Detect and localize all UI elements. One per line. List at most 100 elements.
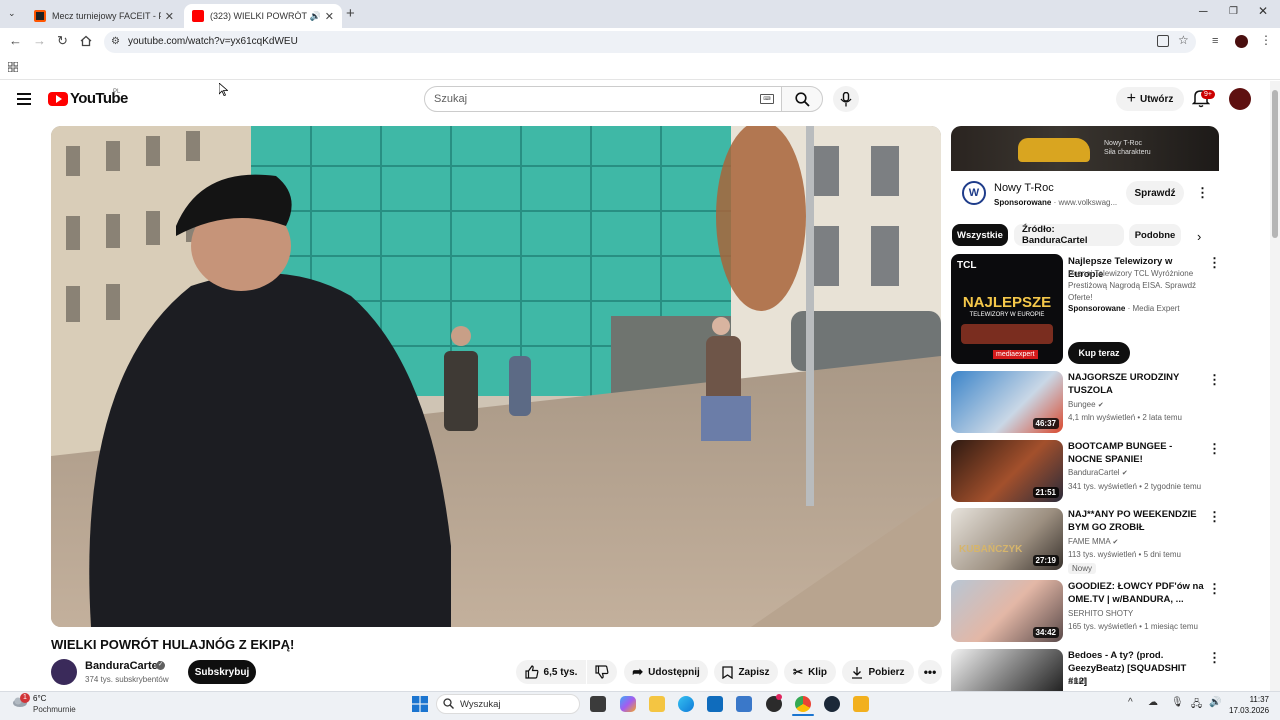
create-button[interactable]: + Utwórz: [1116, 87, 1184, 111]
rec-thumbnail[interactable]: 21:51: [951, 440, 1063, 502]
rec-thumbnail[interactable]: 46:37: [951, 371, 1063, 433]
verified-check-icon: ✔: [1121, 470, 1128, 477]
pinned-app-icon[interactable]: [853, 696, 869, 712]
region-label: PL: [113, 89, 121, 95]
rec-title[interactable]: GOODIEZ: ŁOWCY PDF'ów na OME.TV | w/BAND…: [1068, 580, 1204, 606]
back-icon[interactable]: ←: [9, 33, 22, 48]
more-actions-button[interactable]: •••: [918, 660, 942, 684]
voice-search-button[interactable]: [833, 86, 859, 112]
search-button[interactable]: [781, 86, 823, 112]
rec-meta: 341 tys. wyświetleń • 2 tygodnie temu: [1068, 482, 1202, 491]
new-tab-button[interactable]: +: [346, 5, 355, 22]
forward-icon[interactable]: →: [33, 33, 46, 48]
file-explorer-icon[interactable]: [649, 696, 665, 712]
weather-description[interactable]: Pochmurnie: [33, 705, 76, 714]
reload-icon[interactable]: ↻: [57, 33, 68, 49]
ad-more-icon[interactable]: ⋮: [1196, 185, 1209, 201]
download-label: Pobierz: [868, 666, 905, 678]
taskbar-clock[interactable]: 11:37 17.03.2026: [1229, 694, 1269, 716]
home-icon[interactable]: [80, 35, 92, 47]
chevron-right-icon[interactable]: ›: [1197, 229, 1201, 244]
rec-more-icon[interactable]: ⋮: [1208, 650, 1221, 666]
like-button[interactable]: 6,5 tys.: [516, 660, 586, 684]
profile-avatar-icon[interactable]: [1235, 35, 1248, 48]
rec-title[interactable]: BOOTCAMP BUNGEE - NOCNE SPANIE!: [1068, 440, 1204, 466]
rec-channel: FAME MMA ✔: [1068, 537, 1119, 546]
site-info-icon[interactable]: ⚙: [111, 36, 120, 47]
rec-more-icon[interactable]: ⋮: [1208, 581, 1221, 597]
rec-thumbnail[interactable]: [951, 649, 1063, 691]
buy-now-button[interactable]: Kup teraz: [1068, 342, 1130, 364]
rec-meta: 165 tys. wyświetleń • 1 miesiąc temu: [1068, 622, 1198, 631]
edge-browser-icon[interactable]: [678, 696, 694, 712]
taskbar-search-icon: [443, 698, 454, 709]
close-tab-icon[interactable]: ✕: [165, 10, 174, 23]
install-app-icon[interactable]: [1157, 35, 1169, 47]
more-horizontal-icon: •••: [923, 665, 937, 679]
new-badge: Nowy: [1068, 563, 1097, 574]
rec-title[interactable]: Bedoes - A ty? (prod. GeezyBeatz) [SQUAD…: [1068, 649, 1204, 688]
minimize-icon[interactable]: ─: [1199, 4, 1208, 18]
channel-avatar[interactable]: [51, 659, 77, 685]
dislike-button[interactable]: [587, 660, 617, 684]
task-view-icon[interactable]: [590, 696, 606, 712]
rec-more-icon[interactable]: ⋮: [1208, 372, 1221, 388]
weather-temperature[interactable]: 6°C: [33, 694, 46, 703]
steam-icon[interactable]: [824, 696, 840, 712]
copilot-icon[interactable]: [620, 696, 636, 712]
download-button[interactable]: Pobierz: [842, 660, 914, 684]
rec-more-icon[interactable]: ⋮: [1208, 441, 1221, 457]
chip-related[interactable]: Podobne: [1129, 224, 1181, 246]
tab-youtube[interactable]: (323) WIELKI POWRÓT HUL 🔊 ✕: [184, 4, 342, 28]
chip-all[interactable]: Wszystkie: [952, 224, 1008, 246]
media-control-icon[interactable]: ≡: [1212, 35, 1218, 47]
rec-thumbnail[interactable]: TCL NAJLEPSZE TELEWIZORY W EUROPIE media…: [951, 254, 1063, 364]
show-hidden-icons-chevron[interactable]: ^: [1128, 697, 1133, 708]
video-player[interactable]: [51, 126, 941, 627]
restore-icon[interactable]: ❐: [1229, 6, 1238, 17]
rec-more-icon[interactable]: ⋮: [1208, 255, 1221, 271]
windows-start-icon[interactable]: [412, 696, 428, 712]
channel-name[interactable]: BanduraCartel: [85, 660, 161, 672]
volume-icon[interactable]: 🔊: [1209, 697, 1221, 708]
rec-meta: 4,1 mln wyświetleń • 2 lata temu: [1068, 413, 1182, 422]
chip-source[interactable]: Źródło: BanduraCartel: [1014, 224, 1124, 246]
window-close-icon[interactable]: ✕: [1258, 4, 1268, 18]
clip-label: Klip: [808, 666, 827, 678]
onedrive-icon[interactable]: ☁: [1148, 697, 1158, 708]
network-icon[interactable]: 🖧: [1191, 697, 1202, 714]
apps-grid-icon[interactable]: [7, 61, 19, 73]
menu-icon[interactable]: [17, 93, 31, 105]
close-tab-icon[interactable]: ✕: [325, 10, 334, 23]
clip-button[interactable]: ✂ Klip: [784, 660, 836, 684]
subscribe-button[interactable]: Subskrybuj: [188, 660, 256, 684]
scrollbar-thumb[interactable]: [1272, 90, 1278, 238]
url-text[interactable]: youtube.com/watch?v=yx61cqKdWEU: [128, 36, 298, 47]
browser-menu-icon[interactable]: ⋮: [1260, 33, 1272, 47]
rec-more-icon[interactable]: ⋮: [1208, 509, 1221, 525]
outlook-icon[interactable]: [707, 696, 723, 712]
speaker-icon[interactable]: 🔊: [310, 11, 321, 22]
ad-cta-button[interactable]: Sprawdź: [1126, 181, 1184, 205]
rec-thumbnail[interactable]: 34:42: [951, 580, 1063, 642]
duration-badge: 34:42: [1032, 627, 1059, 638]
save-button[interactable]: Zapisz: [714, 660, 778, 684]
keyboard-icon[interactable]: ⌨: [760, 94, 774, 104]
tab-search-chevron-icon[interactable]: ⌄: [8, 8, 16, 19]
taskbar-search-input[interactable]: [436, 694, 580, 714]
rec-title[interactable]: NAJGORSZE URODZINY TUSZOLA: [1068, 371, 1204, 397]
tab-faceit[interactable]: Mecz turniejowy FACEIT - FACE ✕: [26, 4, 182, 28]
tab-label: (323) WIELKI POWRÓT HUL: [210, 11, 308, 21]
search-input[interactable]: [424, 86, 782, 112]
youtube-favicon-icon: [192, 10, 204, 22]
bookmark-star-icon[interactable]: ☆: [1178, 33, 1189, 47]
account-avatar[interactable]: [1229, 88, 1251, 110]
share-button[interactable]: ➦ Udostępnij: [624, 660, 708, 684]
rec-thumbnail[interactable]: KUBAŃCZYK 27:19: [951, 508, 1063, 570]
rec-title[interactable]: NAJ**ANY PO WEEKENDZIE BYM GO ZROBIŁ: [1068, 508, 1204, 534]
rec-channel: BanduraCartel ✔: [1068, 468, 1128, 477]
ad-title[interactable]: Nowy T-Roc: [994, 182, 1054, 194]
microphone-tray-icon[interactable]: 🎙: [1171, 697, 1184, 708]
store-icon[interactable]: [736, 696, 752, 712]
chrome-icon[interactable]: [795, 696, 811, 712]
